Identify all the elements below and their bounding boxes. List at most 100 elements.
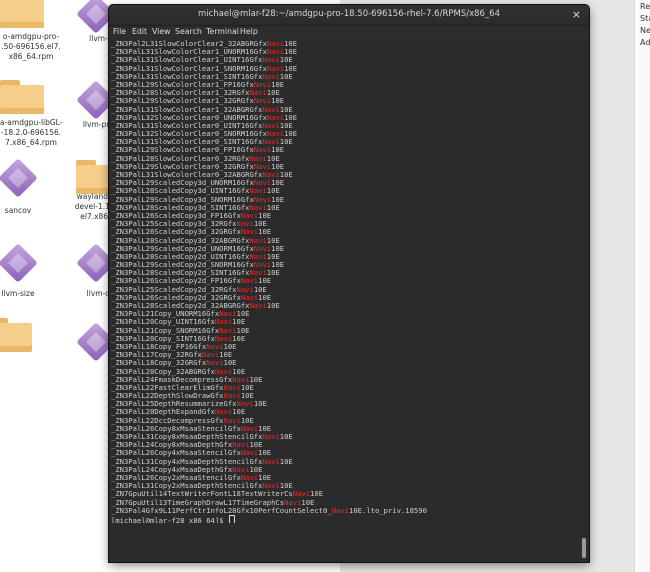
terminal-line: _ZN3PalL31SlowColorClear1_32ABGRGfxNavi1… <box>111 106 579 114</box>
terminal-window[interactable]: michael@mlar-f28:~/amdgpu-pro-18.50-6961… <box>109 5 589 562</box>
grep-match: Navi <box>262 482 280 491</box>
grep-match: Navi <box>262 433 280 441</box>
terminal-line: _ZN3PalL24FmaskDecompressGfxNavi10E <box>111 376 579 384</box>
grep-match: Navi <box>206 359 224 368</box>
symbol-prefix: _ZN3PalL32SlowColorClear0_UNORM16Gfx <box>111 113 267 122</box>
terminal-line: _ZN3PalL31Copy4xMsaaDepthStencilGfxNavi1… <box>111 458 579 466</box>
terminal-line: _ZN3PalL32SlowColorClear0_UNORM16GfxNavi… <box>111 114 579 122</box>
symbol-prefix: _ZN3PalL31SlowColorClear1_SINT16Gfx <box>111 72 263 81</box>
grep-match: Navi <box>284 498 302 507</box>
window-title: michael@mlar-f28:~/amdgpu-pro-18.50-6961… <box>197 9 500 19</box>
side-panel-item[interactable]: Re <box>640 2 650 11</box>
text-cursor <box>228 514 235 524</box>
symbol-prefix: _ZN3PalL22DccDecompressGfx <box>111 416 224 425</box>
close-icon[interactable]: × <box>572 8 581 21</box>
grep-match: Navi <box>249 252 267 261</box>
shell-prompt[interactable]: [michael@mlar-f28 x86_64]$ <box>111 514 579 524</box>
menu-edit[interactable]: Edit <box>132 27 147 36</box>
symbol-suffix: 10E <box>258 424 272 433</box>
symbol-suffix: 10E <box>258 277 272 286</box>
terminal-line: _ZN3PalL25DepthResummarizeGfxNavi10E <box>111 400 579 408</box>
symbol-prefix: _ZN3PalL29ScaledCopy2d_UNORM16Gfx <box>111 244 254 253</box>
symbol-prefix: _ZN3PalL31SlowColorClear1_UNORM16Gfx <box>111 48 267 57</box>
symbol-suffix: 10E <box>258 228 272 237</box>
scrollbar-thumb[interactable] <box>582 538 586 558</box>
terminal-line: _ZN3Pal4Gfx9L11PerfCtrInfoL28Gfx10PerfCo… <box>111 507 579 515</box>
symbol-prefix: _ZN3PalL29ScaledCopy2d_SNORM16Gfx <box>111 261 254 270</box>
terminal-line: _ZN3PalL31Copy2xMsaaDepthStencilGfxNavi1… <box>111 482 579 490</box>
grep-match: Navi <box>249 302 267 310</box>
symbol-prefix: _ZN3PalL29ScaledCopy3d_UNORM16Gfx <box>111 179 254 188</box>
grep-match: Navi <box>240 228 259 237</box>
symbol-prefix: _ZN3PalL29ScaledCopy3d_SNORM16Gfx <box>111 195 254 204</box>
symbol-suffix: 10E <box>253 400 267 409</box>
menu-help[interactable]: Help <box>240 27 258 36</box>
grep-match: Navi <box>219 326 237 335</box>
symbol-suffix: 10E <box>240 392 254 401</box>
grep-match: Navi <box>214 408 233 417</box>
folder-icon[interactable] <box>0 318 32 352</box>
symbol-suffix: 10E <box>266 302 280 310</box>
symbol-suffix: 10E <box>249 465 263 474</box>
terminal-line: _ZN3PalL20Copy_UINT16GfxNavi10E <box>111 318 579 326</box>
side-panel-item[interactable]: Ad <box>640 38 650 47</box>
symbol-prefix: _ZN3PalL25ScaledCopy2d_32RGfx <box>111 285 237 294</box>
grep-match: Navi <box>236 285 254 294</box>
terminal-line: _ZN3PalL24Copy4xMsaaDepthGfxNavi10E <box>111 466 579 474</box>
terminal-line: _ZN3PalL20DepthExpandGfxNavi10E <box>111 408 579 416</box>
symbol-prefix: _ZN3PalL21Copy_SNORM16Gfx <box>111 326 220 335</box>
terminal-line: _ZN3PalL29SlowColorClear0_FP16GfxNavi10E <box>111 146 579 154</box>
symbol-prefix: _ZN3PalL25DepthResummarizeGfx <box>111 400 237 409</box>
scrollbar[interactable] <box>582 42 586 560</box>
symbol-prefix: _ZN3PalL20Copy_UINT16Gfx <box>111 318 215 327</box>
symbol-prefix: _ZN3PalL31Copy8xMsaaDepthStencilGfx <box>111 433 263 441</box>
symbol-suffix: 10E <box>258 211 272 220</box>
terminal-line: _ZN7GpuUtil13TimeGraphDrawL17TimeGraphCs… <box>111 499 579 507</box>
terminal-line: _ZN3PalL29ScaledCopy2d_SNORM16GfxNavi10E <box>111 261 579 269</box>
symbol-prefix: _ZN3PalL20Copy_32ABGRGfx <box>111 367 215 376</box>
grep-match: Navi <box>262 56 280 65</box>
grep-match: Navi <box>240 211 259 220</box>
terminal-line: _ZN3PalL31SlowColorClear1_SNORM16GfxNavi… <box>111 65 579 73</box>
terminal-titlebar[interactable]: michael@mlar-f28:~/amdgpu-pro-18.50-6961… <box>109 5 589 26</box>
symbol-prefix: _ZN3PalL17Copy_32RGfx <box>111 351 202 360</box>
file-label: o-amdgpu-pro- .50-696156.el7. x86_64.rpm <box>1 32 61 61</box>
symbol-suffix: 10E <box>271 195 285 204</box>
symbol-suffix: 10E <box>284 64 298 73</box>
menu-terminal[interactable]: Terminal <box>206 27 239 36</box>
symbol-prefix: _ZN3PalL32SlowColorClear0_SNORM16Gfx <box>111 130 267 139</box>
grep-match: Navi <box>240 449 259 458</box>
symbol-prefix: _ZN3Pal2L31SlowColorClear2_32ABGRGfx <box>111 40 267 48</box>
grep-match: Navi <box>219 310 237 319</box>
terminal-line: _ZN3Pal2L31SlowColorClear2_32ABGRGfxNavi… <box>111 40 579 48</box>
symbol-prefix: _ZN3PalL28ScaledCopy3d_32ABGRGfx <box>111 236 250 245</box>
terminal-line: _ZN3PalL28ScaledCopy3d_SINT16GfxNavi10E <box>111 204 579 212</box>
symbol-suffix: 10E <box>279 433 293 441</box>
symbol-suffix: 10E <box>253 220 267 229</box>
menu-search[interactable]: Search <box>175 27 202 36</box>
symbol-suffix: 10E <box>279 72 293 81</box>
symbol-suffix: 10E <box>266 269 280 278</box>
symbol-prefix: _ZN3PalL28ScaledCopy2d_SINT16Gfx <box>111 269 250 278</box>
symbol-suffix: 10E <box>249 441 263 450</box>
grep-match: Navi <box>253 261 272 270</box>
symbol-suffix: 10E <box>301 498 315 507</box>
menu-file[interactable]: File <box>113 27 126 36</box>
grep-match: Navi <box>262 457 280 466</box>
terminal-line: _ZN3PalL26ScaledCopy3d_FP16GfxNavi10E <box>111 212 579 220</box>
grep-match: Navi <box>223 383 241 392</box>
symbol-prefix: _ZN3PalL29SlowColorClear1_FP16Gfx <box>111 80 254 89</box>
side-panel-item[interactable]: Ne <box>640 26 650 35</box>
terminal-line: _ZN3PalL29ScaledCopy2d_UNORM16GfxNavi10E <box>111 245 579 253</box>
symbol-prefix: _ZN3PalL31Copy4xMsaaDepthStencilGfx <box>111 457 263 466</box>
menu-view[interactable]: View <box>152 27 171 36</box>
side-panel-item[interactable]: Sta <box>640 14 650 23</box>
terminal-line: _ZN3PalL28ScaledCopy2d_SINT16GfxNavi10E <box>111 269 579 277</box>
grep-match: Navi <box>206 342 224 351</box>
terminal-line: _ZN3PalL22DepthSlowDrawGfxNavi10E <box>111 392 579 400</box>
symbol-prefix: _ZN3PalL24FmaskDecompressGfx <box>111 375 233 384</box>
symbol-suffix: 10E <box>279 121 293 130</box>
terminal-output[interactable]: _ZN3Pal2L31SlowColorClear2_32ABGRGfx Navi… <box>111 40 579 560</box>
menu-bar: File Edit View Search Terminal Help <box>109 26 589 40</box>
grep-match: Navi <box>266 113 285 122</box>
